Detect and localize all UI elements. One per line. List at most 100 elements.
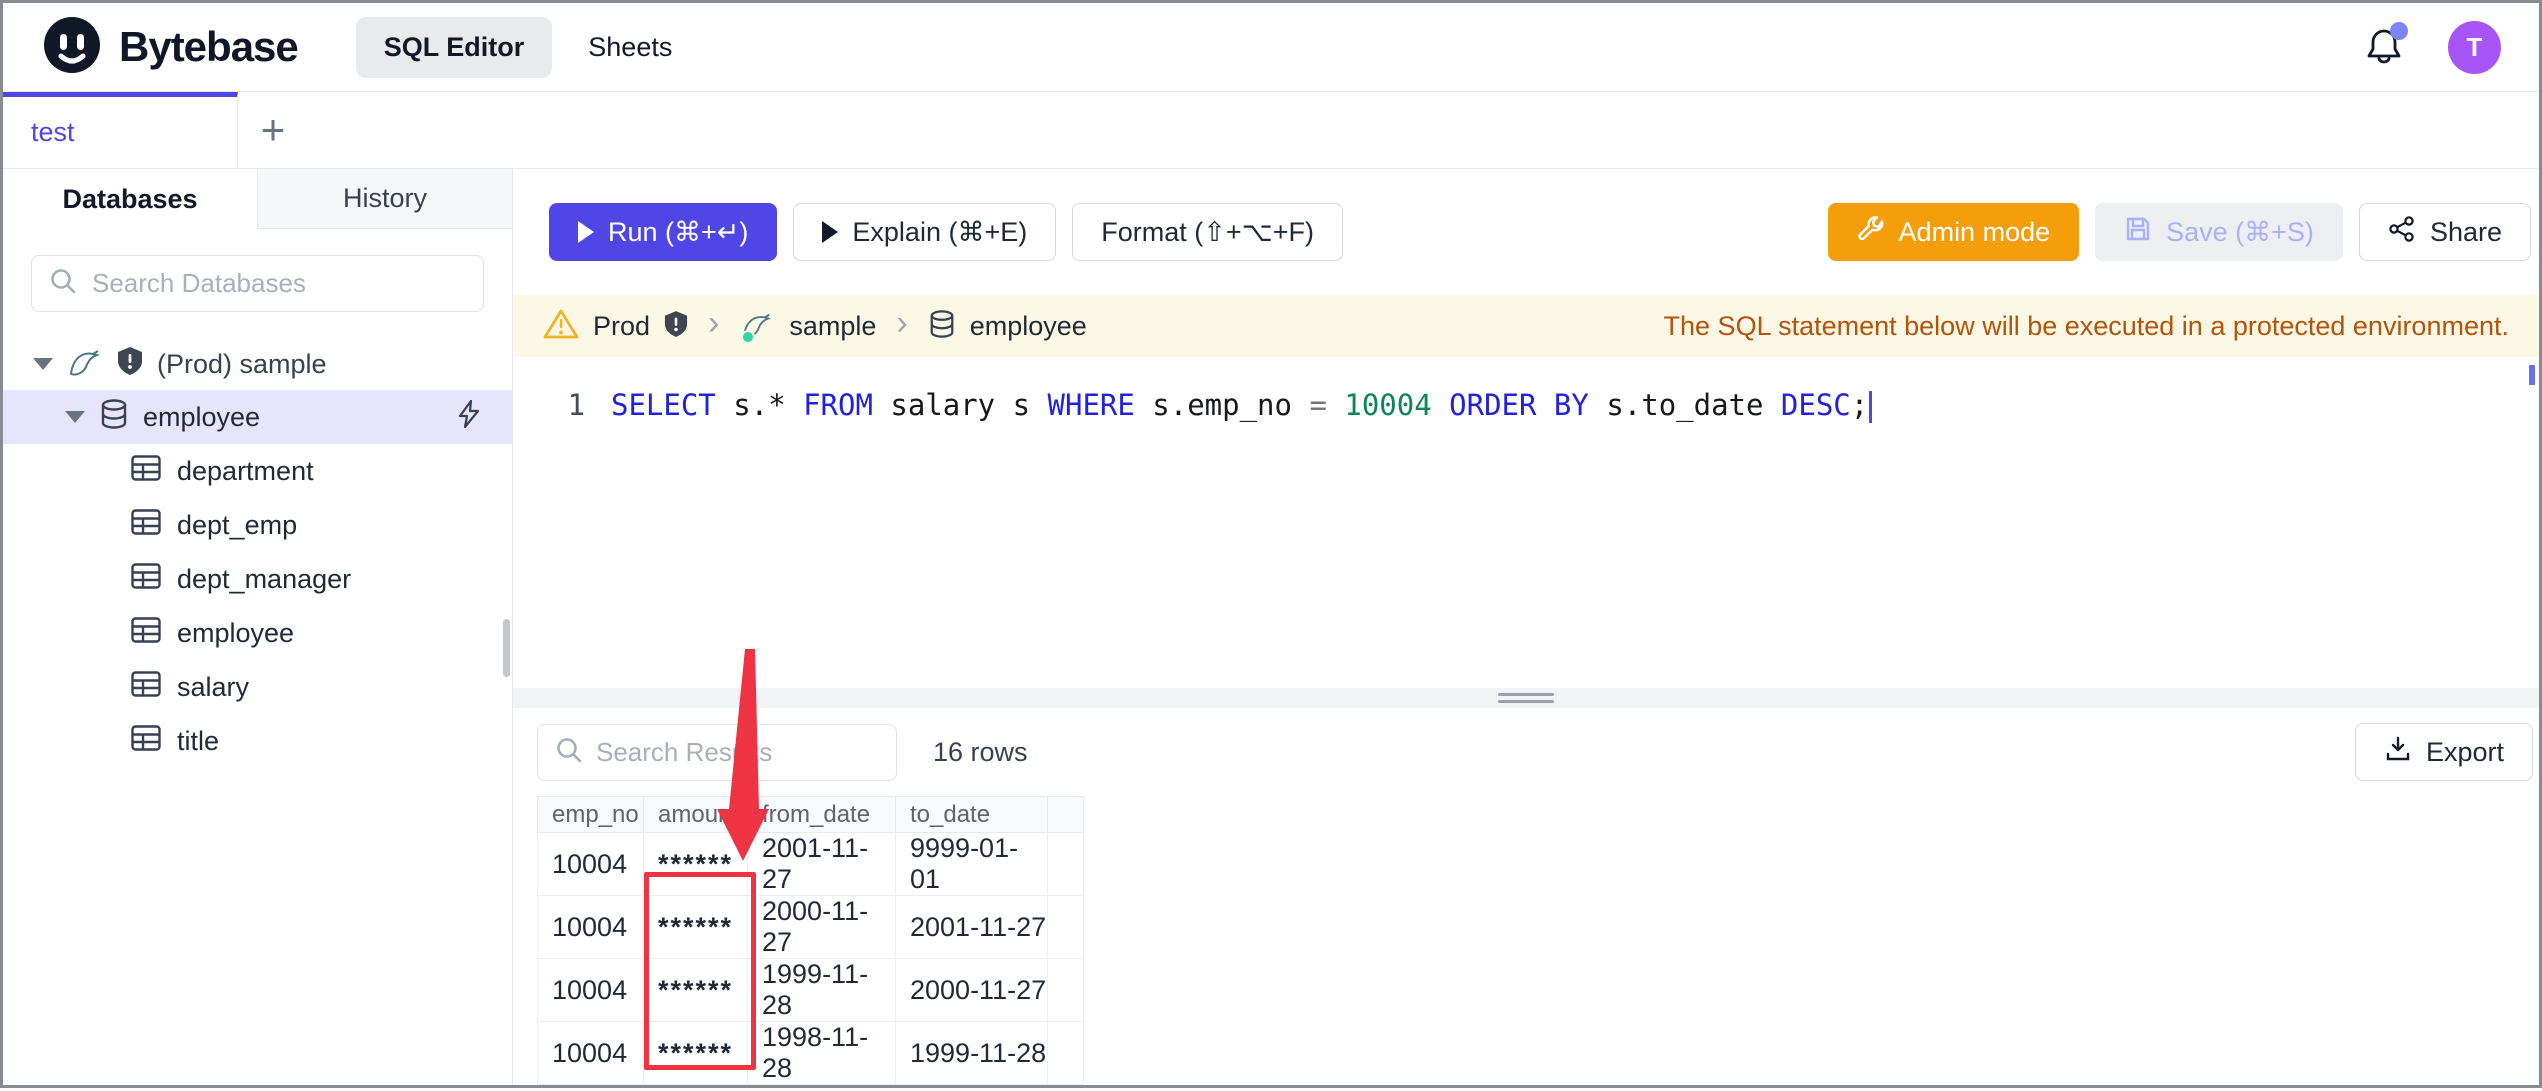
tree-item-table-dept_manager[interactable]: dept_manager xyxy=(3,552,512,606)
tree-item-connection[interactable]: (Prod) sample xyxy=(3,338,512,390)
table-row: 10004 ****** 2000-11-27 2001-11-27 xyxy=(537,895,1084,959)
table-label: dept_emp xyxy=(177,509,298,540)
tree-item-table-employee[interactable]: employee xyxy=(3,606,512,660)
table-label: salary xyxy=(177,671,250,702)
cell-from_date[interactable]: 1998-11-28 xyxy=(747,1021,896,1085)
database-icon xyxy=(928,309,956,344)
cell-to_date[interactable]: 2001-11-27 xyxy=(895,895,1048,959)
database-search[interactable] xyxy=(31,255,484,312)
cell-from_date[interactable]: 2001-11-27 xyxy=(747,832,896,896)
cell-amount[interactable]: ****** xyxy=(643,895,748,959)
run-button[interactable]: Run (⌘+↵) xyxy=(549,203,778,261)
column-header-to_date[interactable]: to_date xyxy=(895,796,1048,833)
breadcrumb-table[interactable]: employee xyxy=(970,311,1087,342)
tree-item-table-salary[interactable]: salary xyxy=(3,660,512,714)
sql-token: ORDER BY xyxy=(1449,388,1589,422)
table-grid-icon xyxy=(131,670,161,704)
brand-logo[interactable]: Bytebase xyxy=(41,14,299,81)
panel-resize-handle[interactable] xyxy=(513,688,2539,708)
cell-to_date[interactable]: 9999-01-01 xyxy=(895,832,1048,896)
tree-item-table-dept_emp[interactable]: dept_emp xyxy=(3,498,512,552)
mysql-dolphin-icon xyxy=(67,346,103,382)
format-label: Format (⇧+⌥+F) xyxy=(1101,216,1314,247)
database-label: employee xyxy=(143,401,261,432)
cell-emp_no[interactable]: 10004 xyxy=(537,1021,644,1085)
table-row: 10004 ****** 2001-11-27 9999-01-01 xyxy=(537,832,1084,896)
sql-token: ; xyxy=(1850,388,1869,422)
table-label: department xyxy=(177,455,314,486)
sql-token: salary s xyxy=(872,388,1048,422)
cell-emp_no[interactable]: 10004 xyxy=(537,832,644,896)
sql-token: 10004 xyxy=(1344,388,1432,422)
add-sheet-button[interactable]: + xyxy=(238,92,308,168)
avatar[interactable]: T xyxy=(2448,20,2501,74)
breadcrumb-database[interactable]: sample xyxy=(789,311,876,342)
notification-bell-icon[interactable] xyxy=(2364,22,2408,68)
column-header-from_date[interactable]: from_date xyxy=(747,796,896,833)
result-table-wrap: emp_no amount from_date to_date 10004 ******… xyxy=(513,796,2539,1085)
search-databases-input[interactable] xyxy=(92,268,467,299)
protected-environment-notice: The SQL statement below will be executed… xyxy=(1663,310,2509,341)
results-search[interactable] xyxy=(537,723,897,781)
cell-amount[interactable]: ****** xyxy=(643,1021,748,1085)
column-header-amount[interactable]: amount xyxy=(643,796,748,833)
tree-item-table-title[interactable]: title xyxy=(3,714,512,768)
content: Databases History (Prod) s xyxy=(3,169,2539,1085)
warning-triangle-icon xyxy=(543,308,579,345)
notification-dot xyxy=(2390,22,2408,40)
sidebar: Databases History (Prod) s xyxy=(3,169,513,1085)
cell-from_date[interactable]: 1999-11-28 xyxy=(747,958,896,1022)
caret-down-icon[interactable] xyxy=(33,358,53,370)
tab-databases[interactable]: Databases xyxy=(3,169,257,229)
table-grid-icon xyxy=(131,562,161,596)
breadcrumb-environment[interactable]: Prod xyxy=(593,311,650,342)
sql-token: FROM xyxy=(803,388,873,422)
sidebar-scrollbar[interactable] xyxy=(503,619,510,677)
cell-to_date[interactable]: 2000-11-27 xyxy=(895,958,1048,1022)
cell-amount[interactable]: ****** xyxy=(643,958,748,1022)
grip-line xyxy=(1498,700,1554,703)
caret-down-icon[interactable] xyxy=(65,411,85,423)
bytebase-logo-icon xyxy=(41,14,103,81)
cell-emp_no[interactable]: 10004 xyxy=(537,958,644,1022)
search-icon xyxy=(554,735,584,770)
nav-sql-editor[interactable]: SQL Editor xyxy=(355,16,553,78)
connection-label: (Prod) sample xyxy=(157,348,327,379)
app-window: Bytebase SQL Editor Sheets T test + Data xyxy=(0,0,2542,1088)
export-button[interactable]: Export xyxy=(2354,723,2533,781)
share-icon xyxy=(2388,215,2416,250)
sql-token: WHERE xyxy=(1047,388,1135,422)
tree-item-table-department[interactable]: department xyxy=(3,444,512,498)
main-panel: Run (⌘+↵) Explain (⌘+E) Format (⇧+⌥+F) A… xyxy=(513,169,2539,1085)
database-icon xyxy=(99,398,129,437)
table-row: 10004 ****** 1998-11-28 1999-11-28 xyxy=(537,1021,1084,1085)
table-label: employee xyxy=(177,617,295,648)
save-button[interactable]: Save (⌘+S) xyxy=(2095,203,2343,261)
explain-button[interactable]: Explain (⌘+E) xyxy=(793,203,1057,261)
cell-amount[interactable]: ****** xyxy=(643,832,748,896)
tab-history[interactable]: History xyxy=(257,169,512,229)
sql-token: s.* xyxy=(715,388,804,422)
column-header-emp_no[interactable]: emp_no xyxy=(537,796,644,833)
sheet-tab-test[interactable]: test xyxy=(3,92,238,168)
lightning-bolt-icon[interactable] xyxy=(456,399,482,436)
admin-mode-button[interactable]: Admin mode xyxy=(1827,203,2080,261)
column-header-filler xyxy=(1047,796,1084,833)
sql-token: SELECT xyxy=(611,388,716,422)
nav-sheets[interactable]: Sheets xyxy=(588,32,672,63)
share-button[interactable]: Share xyxy=(2358,203,2531,261)
cell-to_date[interactable]: 1999-11-28 xyxy=(895,1021,1048,1085)
chevron-right-icon: › xyxy=(708,304,720,342)
sql-editor[interactable]: 1 SELECT s.* FROM salary s WHERE s.emp_n… xyxy=(513,357,2539,688)
cell-from_date[interactable]: 2000-11-27 xyxy=(747,895,896,959)
tree-item-database-employee[interactable]: employee xyxy=(3,390,512,444)
save-label: Save (⌘+S) xyxy=(2166,216,2314,247)
format-button[interactable]: Format (⇧+⌥+F) xyxy=(1072,203,1343,261)
search-results-input[interactable] xyxy=(596,736,880,768)
cell-emp_no[interactable]: 10004 xyxy=(537,895,644,959)
share-label: Share xyxy=(2429,216,2502,247)
sql-token: s.to_date xyxy=(1588,388,1781,422)
results-toolbar: 16 rows Export xyxy=(513,708,2539,796)
sheet-tab-strip: test + xyxy=(3,92,2539,169)
